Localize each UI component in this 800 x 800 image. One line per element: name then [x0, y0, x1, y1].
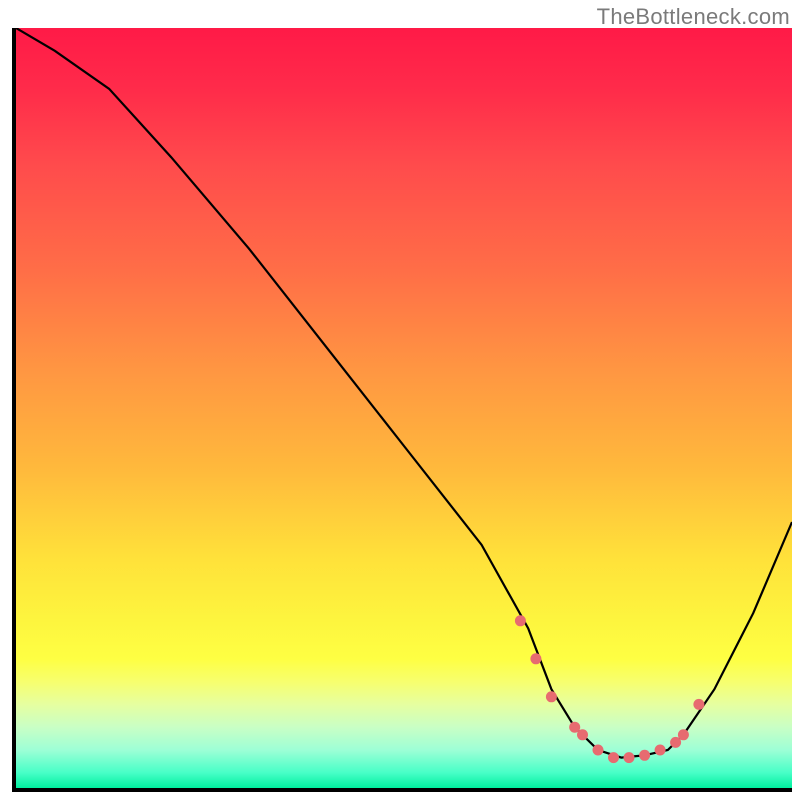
watermark-text: TheBottleneck.com	[597, 4, 790, 30]
marker-dot	[655, 745, 666, 756]
marker-dot	[624, 752, 635, 763]
marker-dot	[693, 699, 704, 710]
marker-dot	[530, 653, 541, 664]
curve-line	[16, 28, 792, 758]
marker-dot	[593, 745, 604, 756]
marker-dot	[639, 750, 650, 761]
marker-group	[515, 615, 705, 763]
marker-dot	[608, 752, 619, 763]
marker-dot	[546, 691, 557, 702]
chart-svg	[16, 28, 792, 788]
marker-dot	[515, 615, 526, 626]
chart-plot-area	[12, 28, 792, 792]
marker-dot	[678, 729, 689, 740]
marker-dot	[577, 729, 588, 740]
